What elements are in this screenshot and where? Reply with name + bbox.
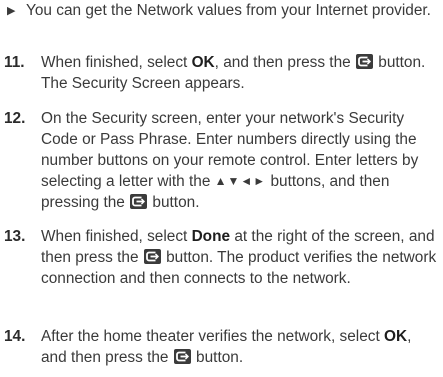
- enter-button-icon: [173, 349, 191, 364]
- step-text: When finished, select Done at the right …: [41, 228, 437, 287]
- direction-arrows-icon: ▲▼◄►: [214, 174, 267, 188]
- step-number: 12.: [4, 110, 26, 127]
- done-label: Done: [191, 228, 231, 245]
- intro-bullet-text: You can get the Network values from your…: [26, 2, 431, 19]
- ok-label: OK: [384, 328, 408, 345]
- step-11: 11. When finished, select OK, and then p…: [4, 52, 440, 94]
- step-text: On the Security screen, enter your netwo…: [41, 110, 419, 211]
- ok-label: OK: [191, 54, 215, 71]
- manual-page: ▶ You can get the Network values from you…: [0, 0, 443, 377]
- enter-button-icon: [130, 194, 148, 209]
- step-number: 13.: [4, 228, 26, 245]
- step-text: When finished, select OK, and then press…: [41, 54, 426, 92]
- step-13: 13. When finished, select Done at the ri…: [4, 226, 440, 289]
- step-number: 11.: [4, 54, 25, 71]
- step-12: 12. On the Security screen, enter your n…: [4, 108, 440, 213]
- step-number: 14.: [4, 328, 26, 345]
- bullet-arrow-icon: ▶: [7, 5, 16, 17]
- enter-button-icon: [355, 54, 373, 69]
- step-text: After the home theater verifies the netw…: [41, 328, 412, 366]
- enter-button-icon: [143, 249, 161, 264]
- intro-bullet: ▶ You can get the Network values from you…: [4, 0, 440, 22]
- step-14: 14. After the home theater verifies the …: [4, 326, 440, 368]
